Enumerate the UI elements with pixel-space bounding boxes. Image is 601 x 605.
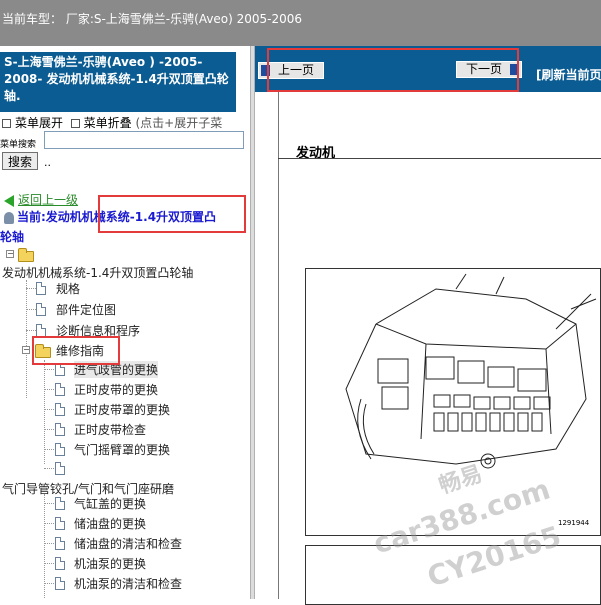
collapse-square-icon [70, 119, 80, 128]
document-icon [55, 383, 65, 396]
left-nav-panel: S-上海雪佛兰-乐骋(Aveo ) -2005-2008- 发动机机械系统-1.… [0, 46, 250, 599]
document-title: S-上海雪佛兰-乐骋(Aveo ) -2005-2008- 发动机机械系统-1.… [0, 52, 236, 112]
current-location-cont: 轮轴 [0, 230, 25, 244]
current-car-model: 当前车型： 厂家:S-上海雪佛兰-乐骋(Aveo) 2005-2006 [2, 12, 303, 26]
tree-line [26, 330, 36, 331]
folder-icon [18, 248, 34, 262]
menu-collapse-link[interactable]: 菜单折叠 [84, 116, 132, 130]
figure-id: 1291944 [558, 519, 590, 527]
tree-line [44, 503, 54, 504]
tree-line [44, 389, 54, 390]
document-icon [55, 403, 65, 416]
collapse-toggle-icon[interactable]: − [22, 346, 30, 354]
tree-line [44, 429, 54, 430]
tree-line [26, 288, 36, 289]
tree-item-cylinder-head-cover[interactable]: 气缸盖的更换 [74, 495, 146, 512]
collapse-toggle-icon[interactable]: − [6, 250, 14, 258]
highlight-box-current [98, 195, 246, 233]
page-edge [278, 92, 279, 599]
tree-line [44, 409, 54, 410]
refresh-page-link[interactable]: [刷新当前页 [536, 66, 601, 83]
document-icon [36, 303, 46, 316]
back-link-label: 返回上一级 [18, 193, 79, 207]
tree-item-component-locator[interactable]: 部件定位图 [56, 301, 116, 318]
search-dots: .. [44, 156, 51, 169]
tree-item-rocker-cover[interactable]: 气门摇臂罩的更换 [74, 441, 170, 458]
tree-item-oil-pump-clean[interactable]: 机油泵的清洁和检查 [74, 575, 182, 592]
tree-item-timing-belt[interactable]: 正时皮带的更换 [74, 381, 158, 398]
top-bar: 当前车型： 厂家:S-上海雪佛兰-乐骋(Aveo) 2005-2006 [0, 0, 601, 46]
tree-line [44, 583, 54, 584]
menu-controls: 菜单展开 菜单折叠 (点击+展开子菜 [2, 114, 222, 131]
highlight-box-nav [267, 48, 519, 92]
document-icon [55, 577, 65, 590]
document-icon [55, 517, 65, 530]
document-icon [55, 423, 65, 436]
tree-line [44, 543, 54, 544]
document-icon [55, 537, 65, 550]
tree-line [44, 449, 54, 450]
tree-line [26, 309, 36, 310]
back-arrow-icon [4, 194, 14, 207]
expand-square-icon [2, 119, 11, 128]
tree-item-oil-pan[interactable]: 储油盘的更换 [74, 515, 146, 532]
tree-line [44, 369, 54, 370]
tree-item-oil-pan-clean[interactable]: 储油盘的清洁和检查 [74, 535, 182, 552]
tree-line [44, 563, 54, 564]
highlight-box-folder [32, 336, 120, 365]
back-link[interactable]: 返回上一级 [4, 191, 78, 208]
document-icon [55, 462, 65, 475]
tree-line [44, 523, 54, 524]
document-icon [55, 557, 65, 570]
tree-item-timing-belt-cover[interactable]: 正时皮带罩的更换 [74, 401, 170, 418]
menu-expand-link[interactable]: 菜单展开 [15, 116, 63, 130]
menu-hint: (点击+展开子菜 [135, 116, 223, 130]
tree-item-specs[interactable]: 规格 [56, 280, 80, 297]
menu-search-input[interactable] [44, 131, 244, 149]
search-button[interactable]: 搜索 [2, 152, 38, 170]
search-label: 菜单搜索 [0, 140, 37, 150]
document-icon [36, 282, 46, 295]
document-icon [55, 497, 65, 510]
tree-item-timing-belt-inspection[interactable]: 正时皮带检查 [74, 421, 146, 438]
tree-item-oil-pump[interactable]: 机油泵的更换 [74, 555, 146, 572]
section-divider [278, 158, 601, 159]
tree-line [26, 280, 27, 398]
user-icon [4, 211, 14, 224]
document-icon [55, 443, 65, 456]
tree-root[interactable]: 发动机机械系统-1.4升双顶置凸轮轴 [2, 264, 193, 281]
tree-line [44, 468, 54, 469]
